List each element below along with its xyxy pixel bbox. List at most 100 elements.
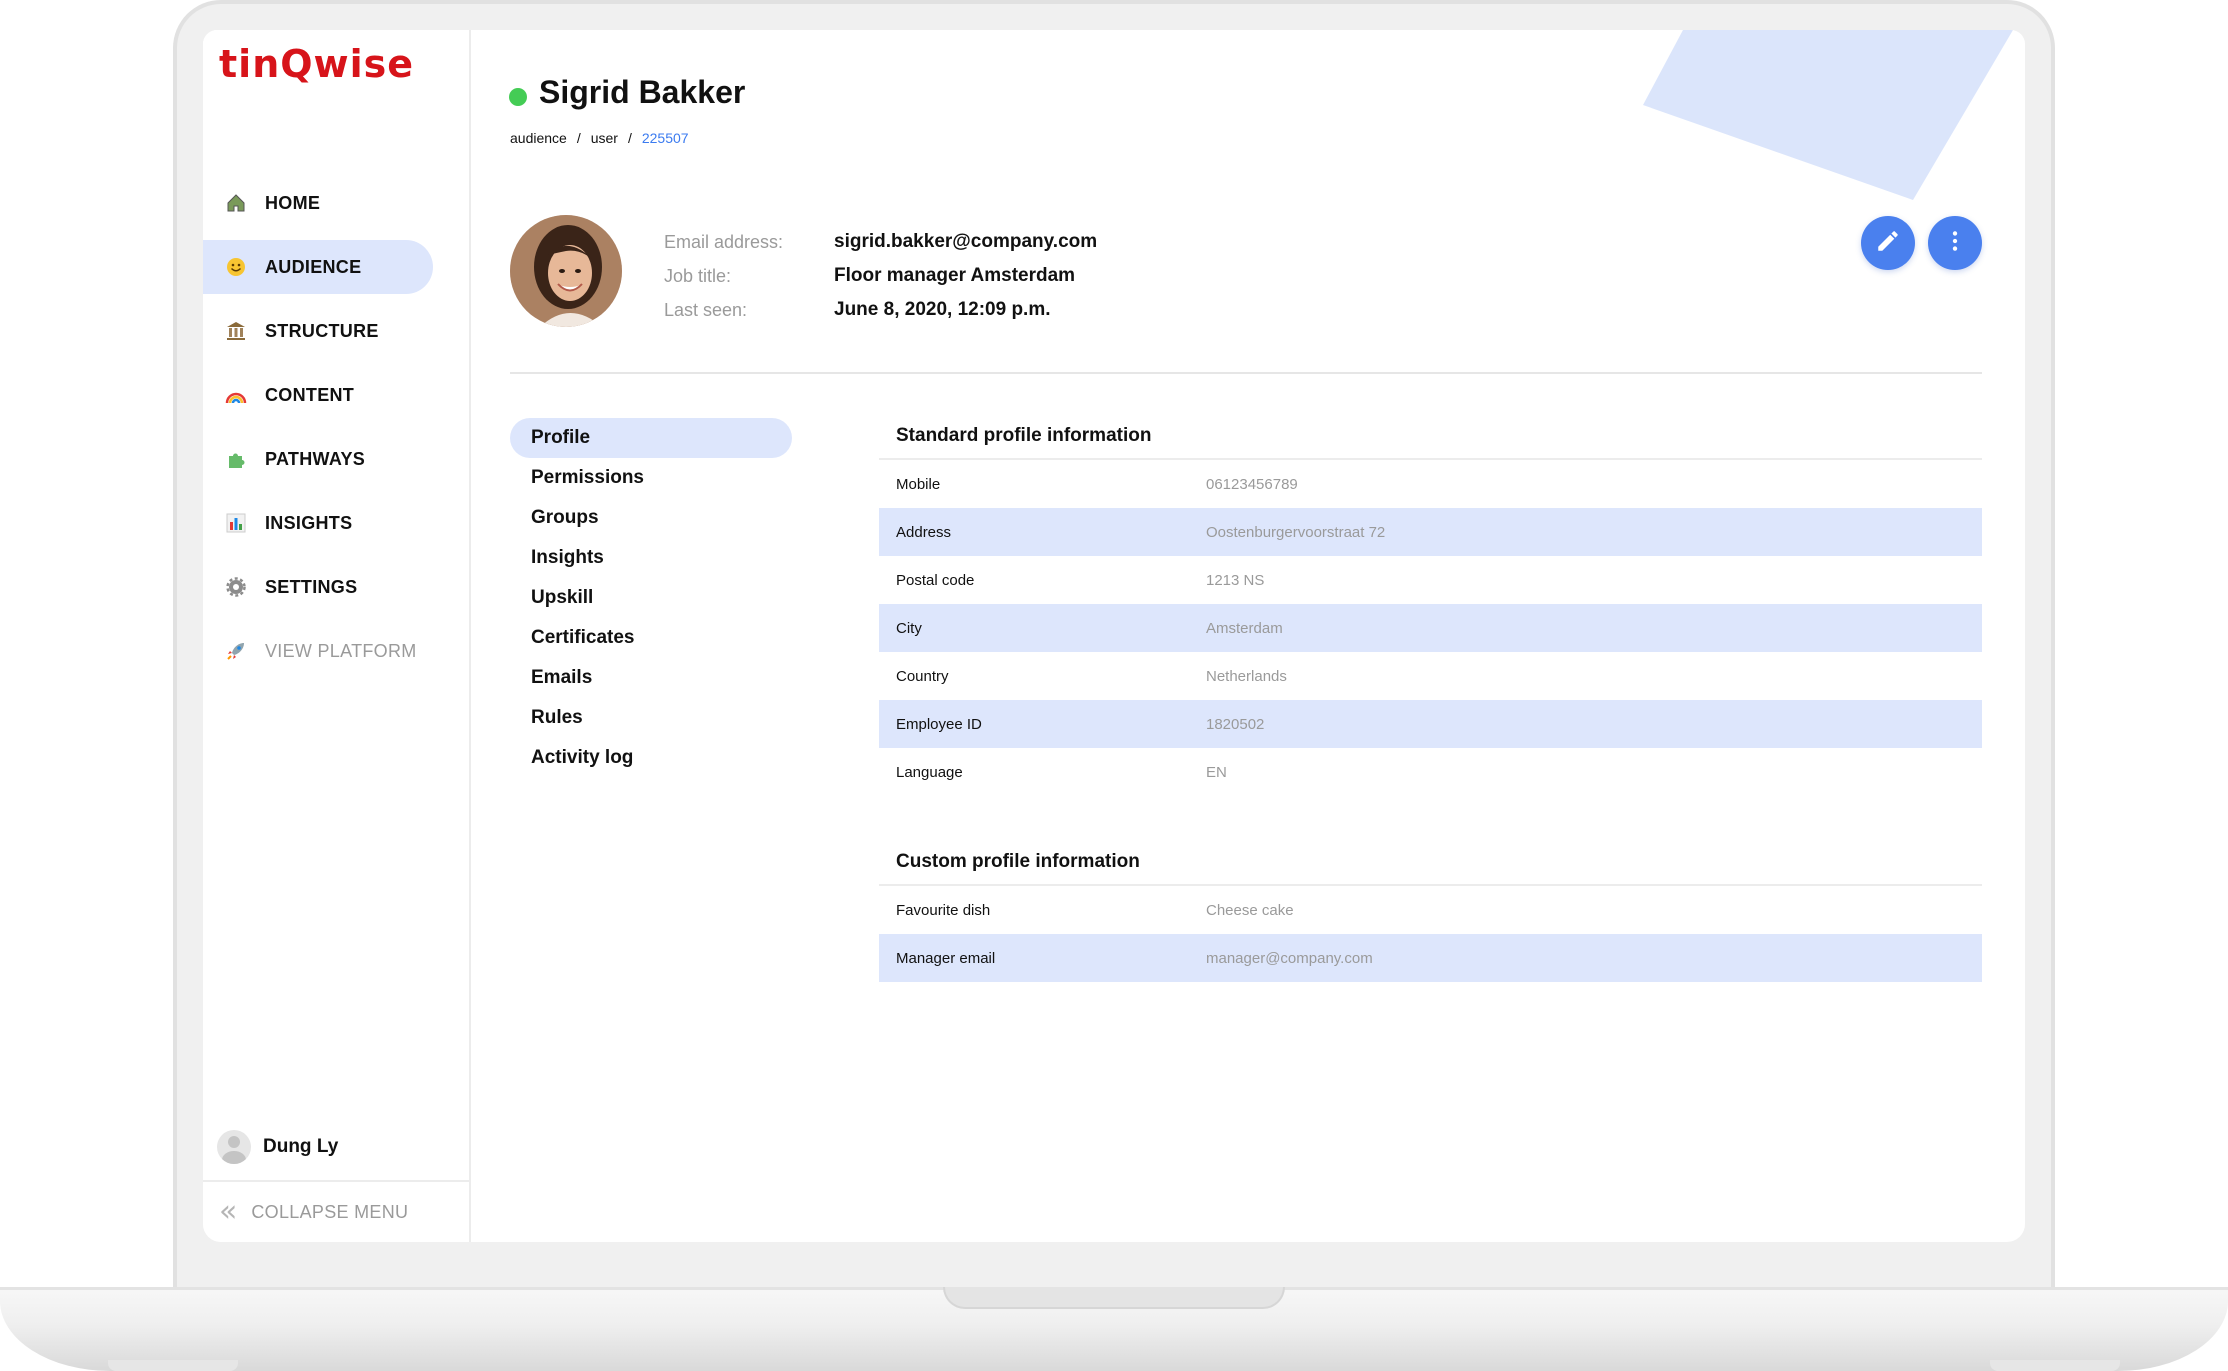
smiley-icon (223, 254, 249, 280)
sidebar-item-label: VIEW PLATFORM (265, 640, 417, 661)
table-row: Postal code 1213 NS (879, 556, 1982, 604)
table-row: City Amsterdam (879, 604, 1982, 652)
pencil-icon (1875, 228, 1901, 258)
sidebar-item-settings[interactable]: SETTINGS (203, 560, 433, 614)
laptop-notch (943, 1287, 1285, 1309)
field-label: Postal code (896, 571, 975, 589)
sidebar-item-content[interactable]: CONTENT (203, 368, 433, 422)
job-title-value: Floor manager Amsterdam (834, 265, 1076, 286)
field-value: 06123456789 (1206, 475, 1298, 493)
sidebar-item-label: SETTINGS (265, 576, 358, 597)
collapse-menu-button[interactable]: « COLLAPSE MENU (203, 1180, 471, 1242)
custom-profile-rows: Favourite dish Cheese cake Manager email m… (879, 886, 1982, 982)
field-value: Amsterdam (1206, 619, 1283, 637)
field-label: Manager email (896, 949, 996, 967)
custom-profile-section: Custom profile information Favourite dis… (879, 840, 1982, 982)
sidebar-item-insights[interactable]: INSIGHTS (203, 496, 433, 550)
sidebar-item-label: AUDIENCE (265, 256, 362, 277)
field-label: City (896, 619, 922, 637)
field-value: manager@company.com (1206, 949, 1373, 967)
section-title: Custom profile information (879, 840, 1982, 886)
sidebar-item-home[interactable]: HOME (203, 176, 433, 230)
rainbow-icon (223, 382, 249, 408)
laptop-foot-right (1990, 1360, 2120, 1371)
email-label: Email address: (664, 231, 784, 252)
standard-profile-section: Standard profile information Mobile 06123… (879, 414, 1982, 796)
decorative-shape (1643, 30, 2013, 200)
table-row: Favourite dish Cheese cake (879, 886, 1982, 934)
sidebar-item-audience[interactable]: AUDIENCE (203, 240, 433, 294)
field-label: Country (896, 667, 949, 685)
sidebar-item-label: INSIGHTS (265, 512, 353, 533)
breadcrumb-audience[interactable]: audience (510, 130, 567, 146)
house-icon (223, 190, 249, 216)
field-value: 1213 NS (1206, 571, 1265, 589)
sidebar-item-pathways[interactable]: PATHWAYS (203, 432, 433, 486)
breadcrumb-separator: / (627, 130, 632, 146)
header-divider (510, 372, 1982, 374)
bar-chart-icon (223, 510, 249, 536)
field-value: Cheese cake (1206, 901, 1294, 919)
more-options-button[interactable] (1928, 216, 1982, 270)
tab-emails[interactable]: Emails (510, 658, 792, 698)
table-row: Language EN (879, 748, 1982, 796)
tab-profile[interactable]: Profile (510, 418, 792, 458)
sidebar-item-label: HOME (265, 192, 321, 213)
puzzle-icon (223, 446, 249, 472)
page-title: Sigrid Bakker (539, 74, 746, 110)
email-value: sigrid.bakker@company.com (834, 231, 1098, 252)
standard-profile-rows: Mobile 06123456789 Address Oostenburgervoo… (879, 460, 1982, 796)
last-seen-row: Last seen: June 8, 2020, 12:09 p.m. (664, 293, 1097, 327)
collapse-menu-label: COLLAPSE MENU (251, 1201, 409, 1222)
sidebar-item-label: PATHWAYS (265, 448, 366, 469)
profile-meta: Email address: sigrid.bakker@company.com… (664, 225, 1097, 327)
breadcrumb-user[interactable]: user (591, 130, 618, 146)
tab-insights[interactable]: Insights (510, 538, 792, 578)
tab-upskill[interactable]: Upskill (510, 578, 792, 618)
field-value: EN (1206, 763, 1227, 781)
table-row: Country Netherlands (879, 652, 1982, 700)
tab-rules[interactable]: Rules (510, 698, 792, 738)
sidebar-item-view-platform[interactable]: VIEW PLATFORM (203, 624, 433, 678)
field-label: Language (896, 763, 963, 781)
breadcrumb-separator: / (576, 130, 581, 146)
edit-button[interactable] (1861, 216, 1915, 270)
avatar (217, 1130, 251, 1164)
tab-certificates[interactable]: Certificates (510, 618, 792, 658)
app-window: tinQwise HOME AUDIENCE STRUCTURE CONTENT… (203, 30, 2025, 1242)
tab-activity-log[interactable]: Activity log (510, 738, 792, 778)
table-row: Employee ID 1820502 (879, 700, 1982, 748)
table-row: Mobile 06123456789 (879, 460, 1982, 508)
laptop-foot-left (108, 1360, 238, 1371)
field-label: Mobile (896, 475, 941, 493)
field-label: Address (896, 523, 952, 541)
table-row: Manager email manager@company.com (879, 934, 1982, 982)
sidebar-item-label: STRUCTURE (265, 320, 379, 341)
table-row: Address Oostenburgervoorstraat 72 (879, 508, 1982, 556)
online-status-dot (509, 88, 527, 106)
breadcrumb-current[interactable]: 225507 (642, 130, 689, 146)
gear-icon (223, 574, 249, 600)
tab-groups[interactable]: Groups (510, 498, 792, 538)
current-user[interactable]: Dung Ly (217, 1130, 338, 1164)
section-title: Standard profile information (879, 414, 1982, 460)
tinqwise-logo[interactable]: tinQwise (219, 42, 414, 86)
sidebar-item-structure[interactable]: STRUCTURE (203, 304, 433, 358)
field-value: 1820502 (1206, 715, 1265, 733)
field-value: Oostenburgervoorstraat 72 (1206, 523, 1386, 541)
profile-subnav: Profile Permissions Groups Insights Upsk… (510, 418, 792, 778)
field-label: Employee ID (896, 715, 982, 733)
job-title-row: Job title: Floor manager Amsterdam (664, 259, 1097, 293)
sidebar-item-label: CONTENT (265, 384, 355, 405)
job-title-label: Job title: (664, 265, 732, 286)
breadcrumb: audience / user / 225507 (510, 130, 689, 146)
field-label: Favourite dish (896, 901, 991, 919)
email-row: Email address: sigrid.bakker@company.com (664, 225, 1097, 259)
more-vertical-icon (1942, 228, 1968, 258)
last-seen-label: Last seen: (664, 299, 748, 320)
user-name: Dung Ly (263, 1136, 339, 1157)
tab-permissions[interactable]: Permissions (510, 458, 792, 498)
double-chevron-left-icon: « (219, 1194, 238, 1229)
rocket-icon (223, 638, 249, 664)
building-icon (223, 318, 249, 344)
